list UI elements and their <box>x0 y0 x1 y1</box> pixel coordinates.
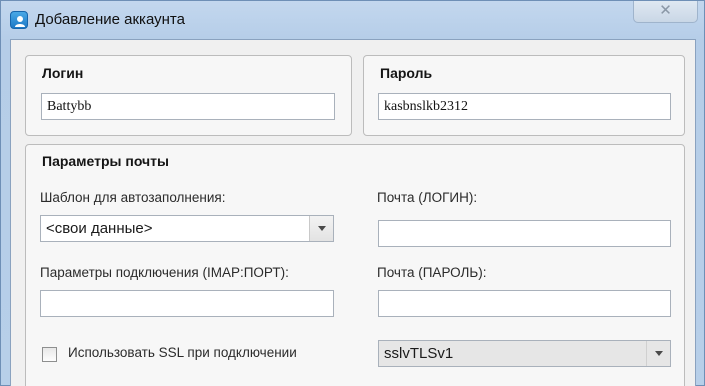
login-group: Логин Battybb <box>25 55 352 136</box>
password-group-title: Пароль <box>380 65 433 81</box>
login-group-title: Логин <box>42 65 84 81</box>
mail-params-group: Параметры почты Шаблон для автозаполнени… <box>25 144 685 386</box>
template-select-value: <свои данные> <box>46 220 153 237</box>
template-label: Шаблон для автозаполнения: <box>40 190 226 205</box>
connection-input[interactable] <box>40 290 334 317</box>
dialog-client-area: Логин Battybb Пароль kasbnslkb2312 Парам… <box>10 39 696 386</box>
connection-label: Параметры подключения (IMAP:ПОРТ): <box>40 265 289 280</box>
ssl-method-select[interactable]: sslvTLSv1 <box>378 340 671 367</box>
mail-login-input[interactable] <box>378 220 671 247</box>
chevron-down-icon <box>655 351 663 356</box>
add-account-window: Добавление аккаунта ✕ Логин Battybb Паро… <box>0 0 705 386</box>
ssl-checkbox-label[interactable]: Использовать SSL при подключении <box>68 345 297 360</box>
template-select[interactable]: <свои данные> <box>40 215 334 242</box>
mail-params-title: Параметры почты <box>42 153 169 169</box>
ssl-method-dropdown-button[interactable] <box>646 341 670 366</box>
title-bar[interactable]: Добавление аккаунта ✕ <box>1 1 704 39</box>
password-input[interactable]: kasbnslkb2312 <box>378 93 671 120</box>
mail-password-input[interactable] <box>378 290 671 317</box>
template-dropdown-button[interactable] <box>309 216 333 241</box>
mail-password-label: Почта (ПАРОЛЬ): <box>377 265 487 280</box>
password-group: Пароль kasbnslkb2312 <box>363 55 685 136</box>
account-app-icon <box>10 11 28 29</box>
mail-login-label: Почта (ЛОГИН): <box>377 190 478 205</box>
window-title: Добавление аккаунта <box>35 11 185 28</box>
close-icon: ✕ <box>659 2 672 19</box>
chevron-down-icon <box>318 226 326 231</box>
ssl-checkbox[interactable] <box>42 347 57 362</box>
login-input[interactable]: Battybb <box>41 93 335 120</box>
close-button[interactable]: ✕ <box>633 1 698 23</box>
ssl-method-value: sslvTLSv1 <box>384 345 454 362</box>
